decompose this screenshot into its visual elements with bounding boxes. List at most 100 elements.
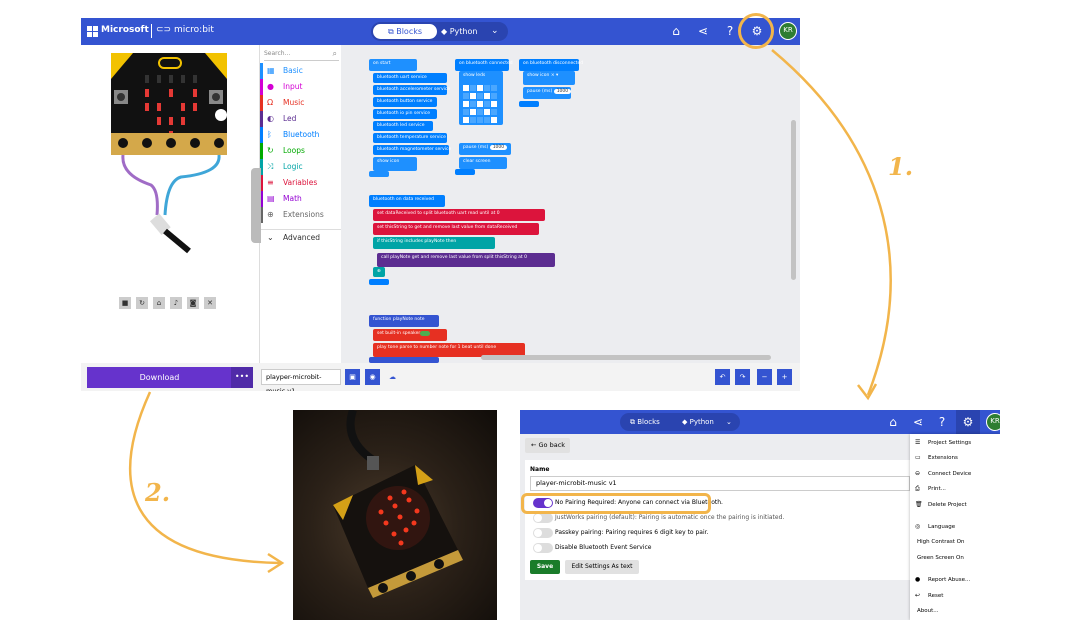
- category-bluetooth[interactable]: ᛒ Bluetooth: [260, 127, 342, 143]
- category-variables[interactable]: ≡ Variables: [260, 175, 342, 191]
- zoom-out-icon[interactable]: −: [757, 369, 772, 385]
- menu-item-reset[interactable]: ↩ Reset: [910, 589, 1000, 603]
- menu-item-language[interactable]: ◎ Language: [910, 520, 1000, 534]
- fullscreen-icon[interactable]: ✕: [204, 297, 216, 309]
- zoom-in-icon[interactable]: +: [777, 369, 792, 385]
- mute-icon[interactable]: ♪: [170, 297, 182, 309]
- menu-item-print[interactable]: ⎙ Print...: [910, 482, 1000, 496]
- chevron-down-icon[interactable]: ⌄: [726, 413, 732, 431]
- screenshot-icon[interactable]: ◙: [187, 297, 199, 309]
- help-icon[interactable]: ?: [934, 414, 950, 430]
- category-basic[interactable]: ▦ Basic: [260, 63, 342, 79]
- speaker-block[interactable]: set built-in speaker: [373, 329, 447, 341]
- python-mode-button[interactable]: ◆ Python: [682, 413, 714, 431]
- category-logic[interactable]: ⤨ Logic: [260, 159, 342, 175]
- share-icon[interactable]: ⋖: [695, 23, 711, 39]
- collapse-simulator-handle[interactable]: [251, 168, 261, 243]
- slowmo-icon[interactable]: ⌂: [153, 297, 165, 309]
- clear-screen-block[interactable]: clear screen: [459, 157, 507, 169]
- code-block[interactable]: set thisString to get and remove last va…: [373, 223, 539, 235]
- project-name-input[interactable]: playper-microbit-music v1: [261, 369, 341, 391]
- edit-settings-as-text-button[interactable]: Edit Settings As text: [565, 560, 639, 574]
- code-block[interactable]: bluetooth button service: [373, 97, 437, 107]
- category-extensions[interactable]: ⊕ Extensions: [260, 207, 342, 223]
- microbit-simulator[interactable]: [81, 45, 259, 275]
- code-block[interactable]: bluetooth led service: [373, 121, 433, 131]
- home-icon[interactable]: ⌂: [668, 23, 684, 39]
- on-connected-block[interactable]: on bluetooth connected: [455, 59, 513, 71]
- on-start-block[interactable]: on start: [369, 59, 417, 71]
- code-block[interactable]: bluetooth magnetometer service: [373, 145, 451, 155]
- led-grid[interactable]: [461, 85, 501, 125]
- toolbox-search-input[interactable]: Search... ⌕: [264, 47, 339, 61]
- microbit-logo[interactable]: ⊂⊃ micro:bit: [156, 25, 214, 35]
- function-definition-block[interactable]: function playNote note: [369, 315, 439, 327]
- on-data-received-block[interactable]: bluetooth on data received: [369, 195, 445, 207]
- vertical-scrollbar[interactable]: [791, 120, 796, 280]
- code-block[interactable]: bluetooth uart service: [373, 73, 447, 83]
- show-icon-block[interactable]: show icon ⨯ ▾: [523, 71, 575, 85]
- help-icon[interactable]: ?: [722, 23, 738, 39]
- menu-item-report-abuse[interactable]: ● Report Abuse...: [910, 573, 1000, 587]
- undo-icon[interactable]: ↶: [715, 369, 730, 385]
- code-block[interactable]: bluetooth temperature service: [373, 133, 447, 143]
- category-loops[interactable]: ↻ Loops: [260, 143, 342, 159]
- go-back-button[interactable]: ← Go back: [525, 438, 570, 453]
- if-block[interactable]: if thisString includes playNote then: [373, 237, 495, 249]
- add-else-icon[interactable]: ⊕: [373, 267, 385, 277]
- code-block[interactable]: bluetooth accelerometer service: [373, 85, 450, 95]
- passkey-toggle[interactable]: [533, 528, 553, 538]
- pause-value[interactable]: 1000: [489, 145, 508, 150]
- python-mode-button[interactable]: ◆ Python: [441, 24, 483, 39]
- menu-item-about[interactable]: About...: [910, 604, 1000, 618]
- disable-event-service-option[interactable]: Disable Bluetooth Event Service: [529, 543, 909, 553]
- blocks-mode-button[interactable]: ⧉ Blocks: [630, 413, 660, 431]
- blocks-workspace[interactable]: on start bluetooth uart service bluetoot…: [341, 45, 800, 363]
- category-input[interactable]: ● Input: [260, 79, 342, 95]
- microbit-photo: [293, 408, 497, 620]
- github-icon[interactable]: ◉: [365, 369, 380, 385]
- avatar[interactable]: KR: [779, 22, 797, 40]
- project-name-field[interactable]: player-microbit-music v1: [530, 476, 910, 491]
- settings-gear-active[interactable]: ⚙: [956, 410, 980, 434]
- menu-item-project-settings[interactable]: ☰ Project Settings: [910, 436, 1000, 450]
- stop-icon[interactable]: ■: [119, 297, 131, 309]
- share-icon[interactable]: ⋖: [910, 414, 926, 430]
- category-music[interactable]: Ω Music: [260, 95, 342, 111]
- code-block[interactable]: bluetooth io pin service: [373, 109, 437, 119]
- category-advanced[interactable]: ⌄ Advanced: [260, 229, 342, 245]
- justworks-toggle[interactable]: [533, 513, 553, 523]
- passkey-option[interactable]: Passkey pairing: Pairing requires 6 digi…: [529, 528, 909, 538]
- pause-block[interactable]: pause (ms) 1000: [459, 143, 511, 155]
- call-block[interactable]: call playNote get and remove last value …: [377, 253, 555, 267]
- redo-icon[interactable]: ↷: [735, 369, 750, 385]
- on-disconnected-block[interactable]: on bluetooth disconnected: [519, 59, 583, 71]
- menu-item-connect-device[interactable]: ⊖ Connect Device: [910, 467, 1000, 481]
- category-math[interactable]: ▤ Math: [260, 191, 342, 207]
- chevron-down-icon[interactable]: ⌄: [491, 24, 499, 39]
- home-icon[interactable]: ⌂: [885, 414, 901, 430]
- blocks-mode-button[interactable]: ⧉ Blocks: [373, 24, 437, 39]
- reset-icon: ↩: [915, 592, 921, 599]
- category-led[interactable]: ◐ Led: [260, 111, 342, 127]
- save-button[interactable]: Save: [530, 560, 560, 574]
- disable-event-service-toggle[interactable]: [533, 543, 553, 553]
- code-block[interactable]: show icon: [373, 157, 417, 171]
- horizontal-scrollbar[interactable]: [481, 355, 771, 360]
- restart-icon[interactable]: ↻: [136, 297, 148, 309]
- save-icon[interactable]: ▣: [345, 369, 360, 385]
- download-button[interactable]: Download: [87, 367, 232, 388]
- speaker-toggle[interactable]: [420, 331, 431, 336]
- menu-item-green-screen[interactable]: Green Screen On: [910, 551, 1000, 565]
- code-block[interactable]: set dataReceived to split bluetooth uart…: [373, 209, 545, 221]
- menu-item-extensions[interactable]: ▭ Extensions: [910, 451, 1000, 465]
- more-options-icon[interactable]: •••: [231, 367, 253, 388]
- python-mode-icon: ◆: [682, 418, 690, 426]
- avatar[interactable]: KR: [986, 413, 1000, 431]
- cloud-icon[interactable]: ☁: [385, 369, 400, 385]
- pause-block[interactable]: pause (ms) 1000: [523, 87, 572, 99]
- menu-item-high-contrast[interactable]: High Contrast On: [910, 535, 1000, 549]
- menu-item-delete-project[interactable]: 🗑 Delete Project: [910, 498, 1000, 512]
- pause-value[interactable]: 1000: [553, 89, 572, 94]
- justworks-option[interactable]: JustWorks pairing (default): Pairing is …: [529, 513, 909, 523]
